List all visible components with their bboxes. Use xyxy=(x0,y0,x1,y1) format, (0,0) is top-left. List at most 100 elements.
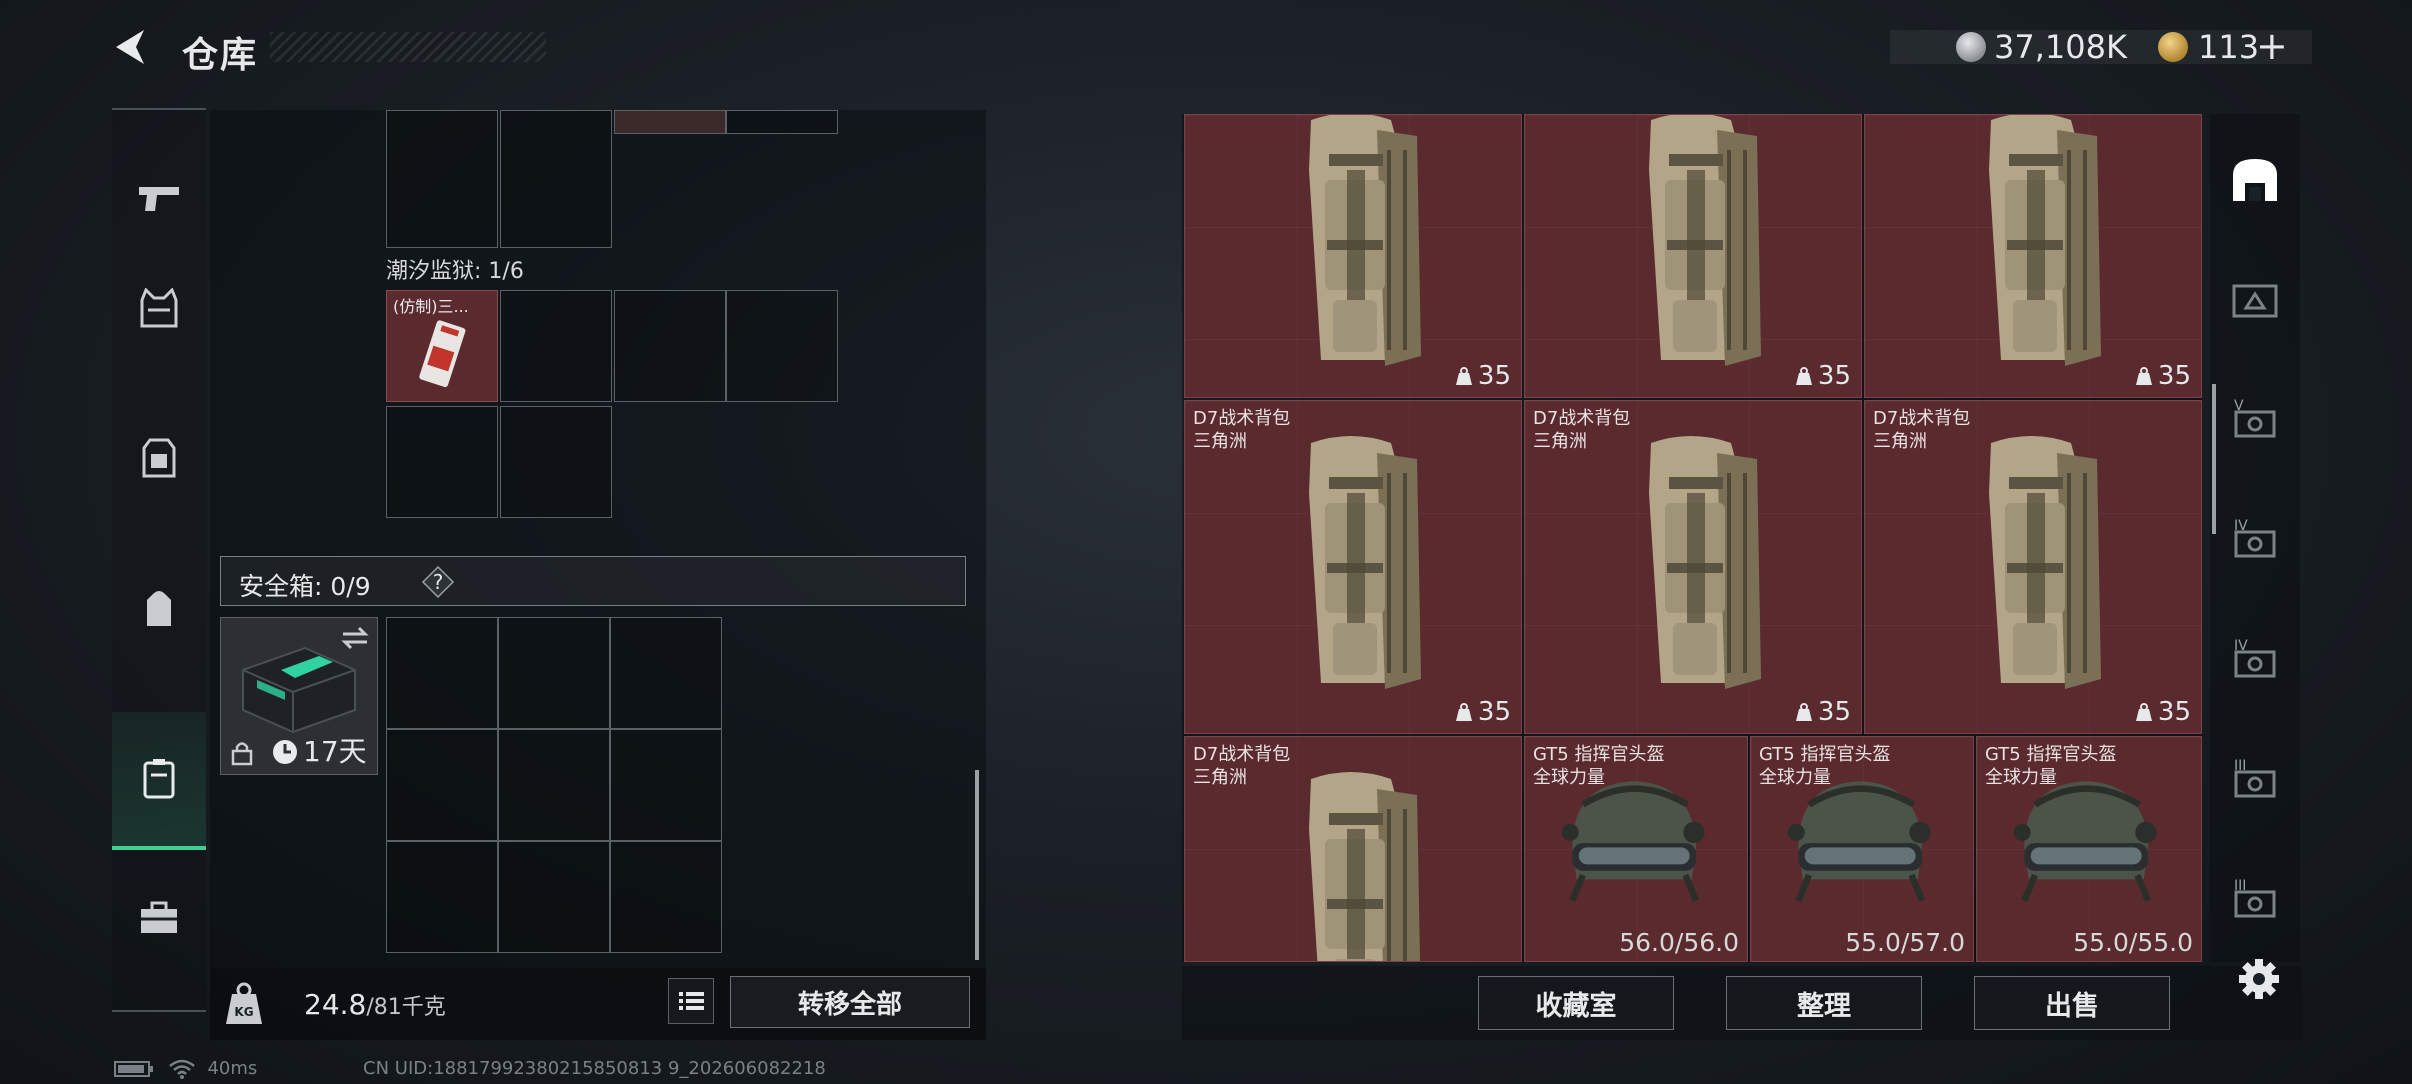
grid-cell[interactable] xyxy=(386,729,498,841)
tier-label: III xyxy=(2234,758,2246,774)
grid-cell[interactable] xyxy=(498,617,610,729)
backpack-image xyxy=(1621,114,1771,375)
storage-tier-icon: V xyxy=(2234,398,2276,438)
warehouse-icon xyxy=(2233,159,2277,201)
sidebar-item-backpack[interactable] xyxy=(112,558,206,658)
status-bar: 40ms CN UID:18817992380215850813 9_20260… xyxy=(114,1058,826,1080)
collection-room-button[interactable]: 收藏室 xyxy=(1478,976,1674,1030)
tab-storage-iii-2[interactable]: III xyxy=(2210,844,2300,956)
inventory-item-backpack[interactable]: D7战术背包 三角洲 35 xyxy=(1184,400,1522,734)
item-name: D7战术背包 三角洲 xyxy=(1193,408,1291,452)
grid-cell[interactable] xyxy=(610,729,722,841)
inventory-item-backpack[interactable]: 35 xyxy=(1864,114,2202,398)
item-name: D7战术背包 三角洲 xyxy=(1873,408,1971,452)
weight-small-icon xyxy=(1794,702,1814,722)
sort-button[interactable]: 整理 xyxy=(1726,976,1922,1030)
list-view-button[interactable] xyxy=(668,978,714,1024)
item-durability: 55.0/57.0 xyxy=(1845,928,1965,957)
lock-icon xyxy=(231,742,253,766)
grid-cell[interactable] xyxy=(610,841,722,953)
inventory-item-backpack[interactable]: 35 xyxy=(1184,114,1522,398)
sell-button[interactable]: 出售 xyxy=(1974,976,2170,1030)
backpack-image xyxy=(1961,413,2111,713)
grid-cell[interactable] xyxy=(610,617,722,729)
triangle-coin-icon xyxy=(2158,32,2188,62)
scrollbar[interactable] xyxy=(2212,384,2216,534)
inventory-item-helmet[interactable]: GT5 指挥官头盔 全球力量 55.0/55.0 xyxy=(1976,736,2202,962)
inventory-item-helmet[interactable]: GT5 指挥官头盔 全球力量 55.0/57.0 xyxy=(1750,736,1974,962)
grid-cell[interactable] xyxy=(500,406,612,518)
grid-cell[interactable] xyxy=(614,110,726,134)
backpack-image xyxy=(1281,114,1431,375)
help-symbol: ? xyxy=(433,570,444,594)
safebox-icon xyxy=(143,759,175,799)
sidebar-item-armor[interactable] xyxy=(112,258,206,358)
inventory-item-helmet[interactable]: GT5 指挥官头盔 全球力量 56.0/56.0 xyxy=(1524,736,1748,962)
grid-cell[interactable] xyxy=(386,841,498,953)
add-currency-button[interactable]: + xyxy=(2256,24,2288,68)
inventory-item-backpack[interactable]: D7战术背包 三角洲 35 xyxy=(1524,400,1862,734)
pistol-icon xyxy=(139,187,179,211)
transfer-all-button[interactable]: 转移全部 xyxy=(730,976,970,1028)
tier-label: IV xyxy=(2234,638,2248,654)
grid-cell[interactable] xyxy=(386,110,498,248)
tab-warehouse[interactable] xyxy=(2210,124,2300,236)
tier-label: V xyxy=(2234,398,2244,414)
grid-cell[interactable] xyxy=(726,290,838,402)
item-count: 35 xyxy=(2157,697,2191,727)
sidebar-item-weapons[interactable] xyxy=(112,158,206,238)
title-decoration xyxy=(270,32,546,62)
item-count-badge: 35 xyxy=(2134,697,2191,727)
tab-storage-iv-2[interactable]: IV xyxy=(2210,604,2300,716)
item-count-badge: 35 xyxy=(2134,361,2191,391)
sidebar-item-rig[interactable] xyxy=(112,408,206,508)
backpack-icon xyxy=(147,591,171,626)
grid-cell[interactable] xyxy=(386,406,498,518)
item-name: D7战术背包 三角洲 xyxy=(1533,408,1631,452)
back-arrow-icon[interactable] xyxy=(108,24,154,70)
weight-small-icon xyxy=(1454,702,1474,722)
safebox-days: 17天 xyxy=(303,735,367,768)
weight-current: 24.8 xyxy=(304,988,367,1021)
help-icon[interactable]: ? xyxy=(421,565,455,599)
sidebar-item-toolbox[interactable] xyxy=(112,868,206,968)
svg-text:KG: KG xyxy=(234,1005,253,1019)
grid-cell[interactable] xyxy=(386,617,498,729)
grid-cell[interactable] xyxy=(500,110,612,248)
scrollbar[interactable] xyxy=(975,770,979,960)
helmet-image xyxy=(2003,767,2163,917)
safebox-item[interactable]: 17天 xyxy=(220,617,378,775)
tab-storage-v[interactable]: V xyxy=(2210,364,2300,476)
tab-storage-iii[interactable]: III xyxy=(2210,724,2300,836)
tab-storage-iv[interactable]: IV xyxy=(2210,484,2300,596)
grid-cell[interactable] xyxy=(614,290,726,402)
inventory-item-backpack[interactable]: D7战术背包 三角洲 35 xyxy=(1864,400,2202,734)
wifi-icon xyxy=(168,1059,195,1079)
backpack-image xyxy=(1961,114,2111,375)
currency-bar: 37,108K 113 + xyxy=(1890,24,2312,68)
storage-tier-icon: III xyxy=(2234,758,2276,798)
hafbuck-coin-icon xyxy=(1956,32,1986,62)
item-count: 35 xyxy=(1477,697,1511,727)
sidebar-item-safebox[interactable] xyxy=(112,712,206,850)
grid-cell[interactable] xyxy=(726,110,838,134)
storage-tabs-sidebar: V IV IV III III xyxy=(2210,114,2300,962)
inventory-item-backpack[interactable]: 35 xyxy=(1524,114,1862,398)
grid-cell-item[interactable]: (仿制)三... xyxy=(386,290,498,402)
tab-storage-1[interactable] xyxy=(2210,244,2300,356)
container-label: 潮汐监狱: 1/6 xyxy=(386,259,524,284)
backpack-image xyxy=(1281,749,1431,962)
inventory-item-backpack[interactable]: D7战术背包 三角洲 xyxy=(1184,736,1522,962)
helmet-image xyxy=(1777,767,1937,917)
currency-secondary: 113 xyxy=(2198,28,2260,66)
swap-icon[interactable] xyxy=(341,626,369,650)
battery-icon xyxy=(114,1061,153,1077)
list-icon xyxy=(679,992,704,1010)
weight-max: /81千克 xyxy=(366,995,446,1020)
safebox-label: 安全箱: 0/9 xyxy=(239,572,371,601)
gear-icon[interactable] xyxy=(2236,956,2282,1002)
vest-icon xyxy=(140,288,178,328)
grid-cell[interactable] xyxy=(498,729,610,841)
grid-cell[interactable] xyxy=(500,290,612,402)
grid-cell[interactable] xyxy=(498,841,610,953)
